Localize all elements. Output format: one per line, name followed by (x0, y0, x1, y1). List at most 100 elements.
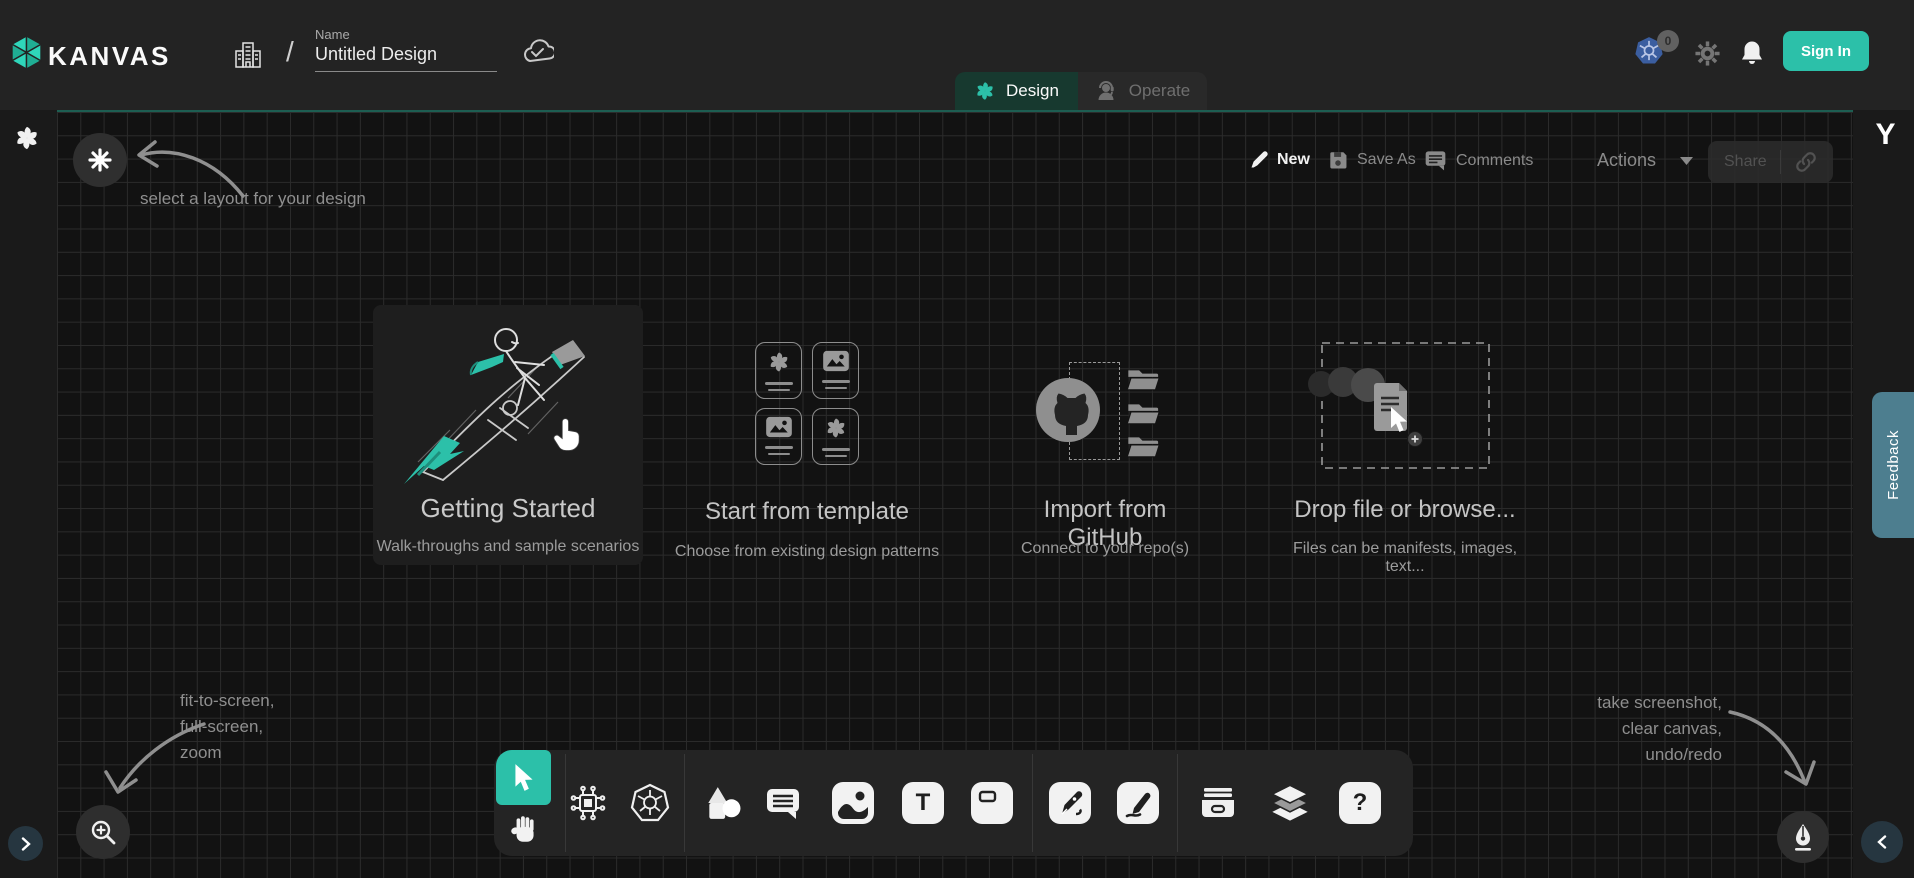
kubernetes-tool-button[interactable] (629, 782, 671, 824)
freehand-draw-tool-button[interactable] (1117, 782, 1159, 824)
zoom-controls-button[interactable] (76, 805, 130, 859)
card-node-icon (972, 783, 1012, 823)
toolbar-divider (1032, 754, 1033, 852)
chevron-down-icon (1680, 157, 1693, 165)
comment-bubble-icon (763, 783, 803, 823)
new-design-button[interactable]: New (1249, 150, 1310, 170)
fountain-pen-icon (1050, 783, 1090, 823)
text-tool-glyph: T (916, 789, 931, 817)
shapes-tool-button[interactable] (701, 782, 743, 824)
bottom-right-hint-text: take screenshot, clear canvas, undo/redo (1530, 690, 1722, 768)
pan-tool-button[interactable] (506, 810, 542, 850)
card-drop-file[interactable]: Drop file or browse... Files can be mani… (1285, 336, 1525, 566)
drawer-icon (1198, 783, 1238, 823)
app-header: KANVAS / Name Design (0, 0, 1914, 110)
new-label: New (1277, 151, 1310, 169)
card-subtitle: Connect to your repo(s) (1007, 540, 1203, 558)
comment-icon (1424, 150, 1447, 171)
card-title: Drop file or browse... (1285, 496, 1525, 524)
tab-design[interactable]: Design (955, 72, 1078, 110)
hand-grab-icon (509, 813, 539, 847)
zoom-in-icon (89, 818, 117, 846)
operate-tab-icon (1095, 79, 1119, 103)
canvas-utilities-button[interactable] (1777, 811, 1829, 863)
settings-button[interactable] (1694, 40, 1721, 67)
select-layout-button[interactable] (73, 133, 127, 187)
card-subtitle: Walk-throughs and sample scenarios (373, 538, 643, 556)
chevron-left-icon (1876, 835, 1888, 849)
tools-dock: T (494, 750, 1413, 856)
getting-started-illustration (388, 312, 628, 487)
folder-icon (1127, 400, 1160, 426)
sign-in-button[interactable]: Sign In (1783, 31, 1869, 71)
sync-status-icon (520, 38, 554, 66)
expand-left-panel-button[interactable] (8, 826, 43, 861)
card-subtitle: Files can be manifests, images, text... (1285, 540, 1525, 576)
comments-button[interactable]: Comments (1424, 150, 1533, 171)
save-as-button[interactable]: Save As (1328, 150, 1416, 170)
save-icon (1328, 150, 1348, 170)
hand-pointer-cursor-icon (551, 413, 581, 453)
folder-icon (1127, 433, 1160, 459)
asterisk-icon (87, 147, 113, 173)
link-icon (1795, 151, 1817, 173)
brand-wordmark: KANVAS (48, 41, 171, 72)
feedback-label: Feedback (1885, 430, 1902, 500)
breadcrumb-separator: / (286, 36, 294, 68)
comments-label: Comments (1456, 152, 1533, 170)
card-start-from-template[interactable]: Start from template Choose from existing… (672, 336, 942, 566)
card-import-from-github[interactable]: Import from GitHub Connect to your repo(… (1007, 336, 1203, 566)
actions-menu-button[interactable]: Actions (1597, 150, 1693, 171)
extensions-count-badge: 0 (1657, 30, 1679, 52)
help-glyph: ? (1353, 789, 1368, 817)
layout-hint-text: select a layout for your design (140, 186, 366, 212)
card-node-tool-button[interactable] (971, 782, 1013, 824)
pinwheel-icon (824, 416, 848, 440)
components-tool-button[interactable] (567, 782, 609, 824)
file-icon (1374, 383, 1407, 431)
kanvas-logo[interactable] (10, 35, 43, 70)
help-tool-button[interactable]: ? (1339, 782, 1381, 824)
tab-operate[interactable]: Operate (1078, 72, 1207, 110)
actions-label: Actions (1597, 150, 1656, 171)
toolbar-divider (1177, 754, 1178, 852)
template-thumb-image (812, 342, 859, 399)
share-divider (1780, 150, 1781, 174)
feedback-tab[interactable]: Feedback (1872, 392, 1914, 538)
folder-icon (1127, 366, 1160, 392)
design-tab-icon (974, 80, 996, 102)
saved-designs-drawer-button[interactable] (1197, 782, 1239, 824)
layers-tool-button[interactable] (1269, 782, 1311, 824)
card-getting-started[interactable]: Getting Started Walk-throughs and sample… (373, 305, 643, 565)
design-name-input[interactable] (315, 42, 497, 72)
left-rail (0, 110, 57, 878)
github-octocat-icon (1035, 377, 1101, 443)
meshery-spinner-icon[interactable] (13, 124, 41, 152)
layer5-y-logo[interactable]: Y (1858, 118, 1913, 152)
select-arrow-icon (513, 763, 535, 793)
pinwheel-icon (767, 350, 791, 374)
pencil-scribble-icon (1118, 783, 1158, 823)
text-tool-button[interactable]: T (902, 782, 944, 824)
pen-nib-icon (1789, 822, 1817, 852)
pen-tool-button[interactable] (1049, 782, 1091, 824)
design-name-field: Name (315, 27, 497, 72)
collapse-right-panel-button[interactable] (1861, 821, 1903, 863)
card-subtitle: Choose from existing design patterns (672, 543, 942, 561)
organization-icon[interactable] (233, 40, 263, 70)
notifications-button[interactable] (1739, 39, 1765, 67)
template-thumb-image (755, 408, 802, 465)
template-thumb-design (755, 342, 802, 399)
image-tool-button[interactable] (832, 782, 874, 824)
comment-tool-button[interactable] (762, 782, 804, 824)
select-tool-button[interactable] (496, 750, 551, 805)
chevron-right-icon (20, 837, 32, 851)
pencil-icon (1249, 150, 1269, 170)
shapes-icon (703, 784, 741, 822)
bell-icon (1739, 39, 1765, 67)
chip-icon (568, 783, 608, 823)
drop-file-illustration (1285, 336, 1525, 481)
card-title: Getting Started (373, 493, 643, 524)
save-as-label: Save As (1357, 151, 1416, 169)
share-button[interactable]: Share (1708, 141, 1833, 183)
